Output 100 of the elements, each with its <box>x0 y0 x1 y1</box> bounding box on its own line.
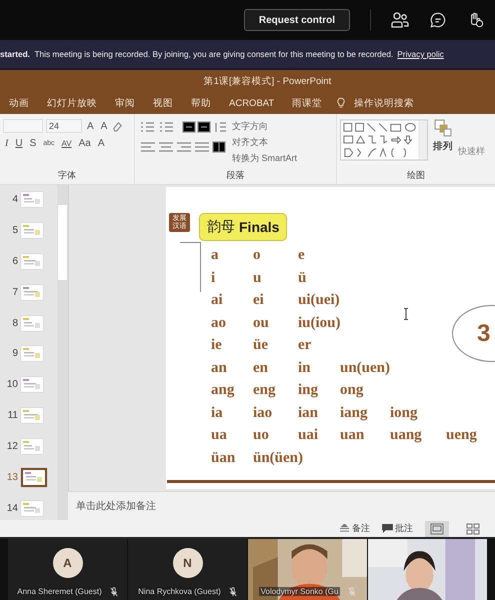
final-syllable: an <box>211 358 227 378</box>
slide-number: 14 <box>6 503 19 514</box>
shapes-gallery[interactable] <box>340 119 428 161</box>
slide-thumbnail[interactable] <box>21 501 43 516</box>
notes-icon <box>339 524 350 533</box>
search-field[interactable]: 操作说明搜索 <box>345 96 424 110</box>
final-syllable: en <box>253 358 268 378</box>
final-syllable: ai <box>211 291 223 310</box>
final-syllable: iao <box>253 404 272 422</box>
font-format-button[interactable]: A <box>96 137 107 150</box>
eraser-icon[interactable] <box>112 120 124 132</box>
slide-thumbnail[interactable] <box>21 439 43 454</box>
text-cursor-icon <box>403 308 409 320</box>
participant-name: Nina Rychkova (Guest) <box>138 587 221 596</box>
final-syllable: ueng <box>446 426 477 445</box>
comments-button[interactable]: 批注 <box>382 522 413 535</box>
slide-number: 4 <box>11 194 19 205</box>
font-format-button[interactable]: AV <box>60 138 74 149</box>
slide-thumbnail[interactable] <box>21 284 43 300</box>
slide-thumbnail[interactable] <box>21 468 47 488</box>
slide-thumbnail[interactable] <box>21 316 43 331</box>
ribbon-tab[interactable]: 视图 <box>144 96 182 110</box>
final-syllable: ing <box>298 381 318 400</box>
font-format-button[interactable]: U <box>13 137 25 150</box>
slide-thumbnail[interactable] <box>21 377 43 392</box>
arrange-icon <box>434 119 452 137</box>
slide-number: 6 <box>11 256 19 267</box>
slide-number: 12 <box>6 441 19 452</box>
notes-button[interactable]: 备注 <box>339 522 370 535</box>
font-name-field[interactable] <box>3 119 43 133</box>
final-syllable: i <box>211 268 216 288</box>
ribbon-tab[interactable]: 审阅 <box>106 96 144 110</box>
final-syllable: iong <box>390 404 418 422</box>
list-format-drawing[interactable] <box>138 119 228 155</box>
ribbon-tab[interactable]: 动画 <box>0 96 38 110</box>
slide-number: 11 <box>6 410 19 422</box>
final-syllable: ü <box>298 268 306 288</box>
chat-icon[interactable] <box>429 12 447 28</box>
final-syllable: ün(üen) <box>253 448 304 468</box>
ribbon-tab[interactable]: ACROBAT <box>220 98 284 108</box>
ribbon-tab[interactable]: 雨课堂 <box>283 96 332 110</box>
final-syllable: uan <box>340 426 364 445</box>
paragraph-command[interactable]: 转换为 SmartArt <box>232 152 298 165</box>
final-syllable: ang <box>211 381 234 400</box>
paragraph-command[interactable]: 对齐文本 <box>232 136 298 149</box>
grow-font-button[interactable]: A <box>85 120 96 132</box>
notes-field[interactable]: 单击此处添加备注 <box>68 491 495 520</box>
final-syllable: a <box>211 246 218 265</box>
scrollbar[interactable] <box>57 185 68 520</box>
avatar: N <box>172 548 202 578</box>
paragraph-command[interactable]: 文字方向 <box>232 120 298 133</box>
slide-number: 7 <box>11 286 19 298</box>
final-syllable: in <box>298 358 311 378</box>
final-syllable: ao <box>211 314 226 332</box>
shrink-font-button[interactable]: A <box>98 120 110 132</box>
final-syllable: ou <box>253 314 269 332</box>
lightbulb-icon <box>337 97 346 109</box>
slide-number: 9 <box>11 348 19 360</box>
group-label: 段落 <box>226 169 246 182</box>
ribbon-tab[interactable]: 帮助 <box>182 96 220 110</box>
final-syllable: er <box>298 336 312 355</box>
participant-name: Volodymyr Sonko (Gu <box>258 587 340 596</box>
final-syllable: u <box>253 268 262 288</box>
font-size-field[interactable]: 24 <box>46 119 82 133</box>
arrange-button[interactable]: 排列 <box>433 119 453 153</box>
font-format-button[interactable]: I <box>3 137 10 150</box>
final-syllable: o <box>253 246 260 265</box>
avatar: A <box>52 548 82 578</box>
final-syllable: ian <box>298 404 318 422</box>
final-syllable: ong <box>340 381 364 400</box>
slide-thumbnail[interactable] <box>21 222 43 238</box>
slide-thumbnail[interactable] <box>21 408 43 424</box>
font-format-button[interactable]: S <box>28 137 38 150</box>
final-syllable: uang <box>390 426 422 445</box>
final-syllable: ua <box>211 426 227 445</box>
group-label: 字体 <box>57 169 77 182</box>
font-format-button[interactable]: Aa <box>76 137 93 150</box>
group-label: 绘图 <box>406 169 426 182</box>
final-syllable: iu(iou) <box>298 314 341 332</box>
slide-number: 8 <box>11 318 19 329</box>
final-syllable: ie <box>211 336 222 355</box>
normal-view-icon[interactable] <box>425 520 449 536</box>
people-icon[interactable] <box>391 12 409 28</box>
privacy-policy-link[interactable]: Privacy polic <box>397 49 444 59</box>
request-control-button[interactable]: Request control <box>244 9 350 31</box>
slide-thumbnail[interactable] <box>21 346 43 362</box>
slide-thumbnail[interactable] <box>21 254 43 269</box>
final-syllable: un(uen) <box>340 358 390 378</box>
final-syllable: üe <box>253 336 268 355</box>
ribbon-tab[interactable]: 幻灯片放映 <box>38 96 106 110</box>
slide-number: 10 <box>6 379 19 390</box>
slide-number: 5 <box>11 224 19 236</box>
final-syllable: üan <box>211 448 236 468</box>
slide-thumbnail[interactable] <box>21 192 43 207</box>
window-title: 第1课[兼容模式] - PowerPoint <box>204 74 332 88</box>
final-syllable: iang <box>340 404 368 422</box>
final-syllable: eng <box>253 381 276 400</box>
final-syllable: ui(uei) <box>298 291 340 310</box>
final-syllable: uai <box>298 426 318 445</box>
final-syllable: e <box>298 246 305 265</box>
